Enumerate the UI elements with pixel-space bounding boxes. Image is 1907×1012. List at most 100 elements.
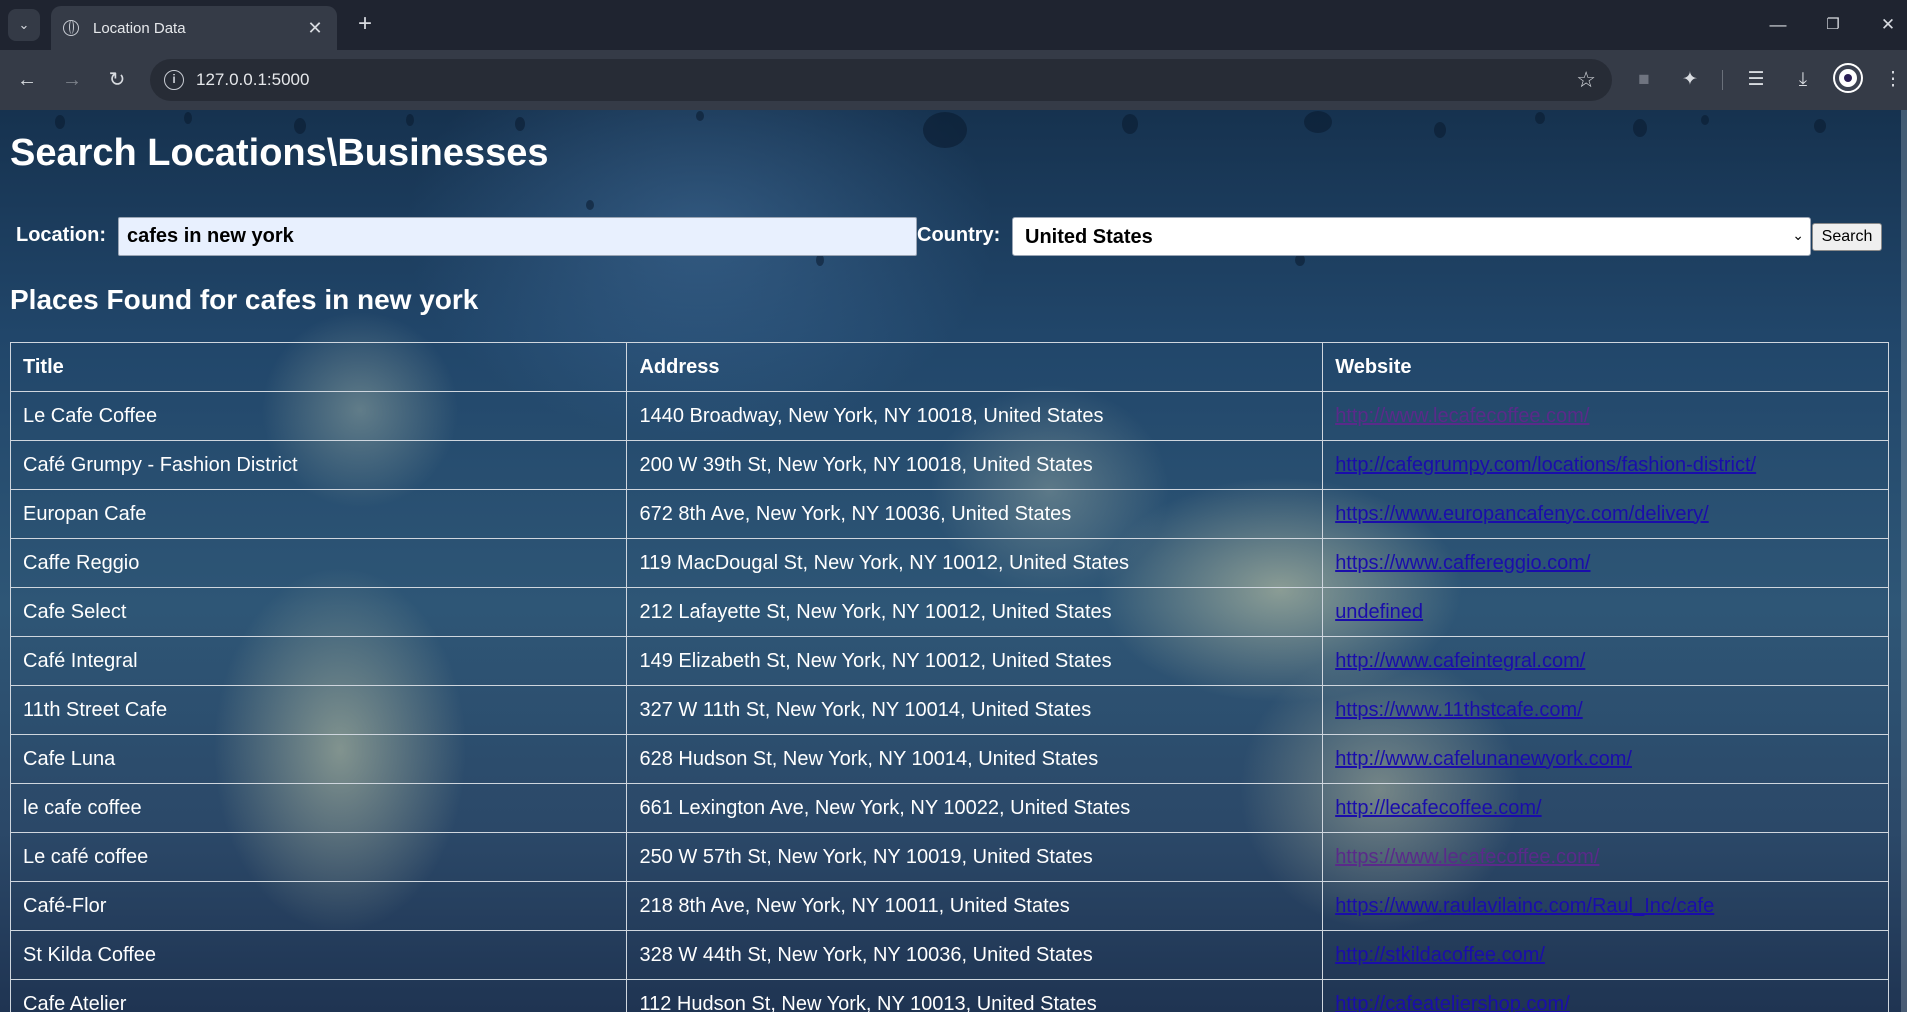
cell-website: http://lecafecoffee.com/ bbox=[1322, 783, 1889, 833]
cell-title: Cafe Luna bbox=[9, 734, 628, 784]
site-info-icon[interactable]: i bbox=[164, 70, 184, 90]
cell-title: St Kilda Coffee bbox=[9, 930, 628, 980]
website-link[interactable]: https://www.caffereggio.com/ bbox=[1335, 552, 1590, 574]
profile-avatar-icon[interactable] bbox=[1835, 65, 1861, 91]
table-row: Cafe Atelier 112 Hudson St, New York, NY … bbox=[9, 979, 1889, 1012]
country-select[interactable]: United States ⌄ bbox=[1012, 217, 1811, 256]
website-link[interactable]: http://www.cafeintegral.com/ bbox=[1335, 650, 1585, 672]
website-link[interactable]: http://www.cafelunanewyork.com/ bbox=[1335, 748, 1632, 770]
cell-title: Café-Flor bbox=[9, 881, 628, 931]
website-link[interactable]: http://lecafecoffee.com/ bbox=[1335, 797, 1541, 819]
country-selected-value: United States bbox=[1025, 226, 1153, 248]
tab-title: Location Data bbox=[93, 19, 186, 37]
column-header-address: Address bbox=[626, 342, 1324, 392]
website-link[interactable]: https://www.europancafenyc.com/delivery/ bbox=[1335, 503, 1709, 525]
cell-address: 112 Hudson St, New York, NY 10013, Unite… bbox=[626, 979, 1324, 1012]
website-link[interactable]: https://www.raulavilainc.com/Raul_Inc/ca… bbox=[1335, 895, 1714, 917]
table-row: Café Grumpy - Fashion District 200 W 39th… bbox=[9, 440, 1889, 490]
close-tab-icon[interactable]: ✕ bbox=[305, 18, 325, 39]
website-link[interactable]: https://www.lecafecoffee.com/ bbox=[1335, 846, 1599, 868]
forward-arrow-icon[interactable]: → bbox=[56, 64, 88, 96]
website-link[interactable]: https://www.11thstcafe.com/ bbox=[1335, 699, 1583, 721]
cell-title: Le café coffee bbox=[9, 832, 628, 882]
cell-website: https://www.11thstcafe.com/ bbox=[1322, 685, 1889, 735]
page-viewport: Search Locations\Businesses Location: Co… bbox=[0, 110, 1907, 1012]
cell-address: 1440 Broadway, New York, NY 10018, Unite… bbox=[626, 391, 1324, 441]
cell-title: Cafe Select bbox=[9, 587, 628, 637]
cell-title: le cafe coffee bbox=[9, 783, 628, 833]
cell-website: https://www.europancafenyc.com/delivery/ bbox=[1322, 489, 1889, 539]
page-scrollbar[interactable] bbox=[1901, 110, 1907, 1012]
table-row: Cafe Select 212 Lafayette St, New York, N… bbox=[9, 587, 1889, 637]
chevron-down-icon: ⌄ bbox=[1792, 227, 1804, 243]
cell-address: 212 Lafayette St, New York, NY 10012, Un… bbox=[626, 587, 1324, 637]
table-row: Le Cafe Coffee 1440 Broadway, New York, N… bbox=[9, 391, 1889, 441]
cell-address: 218 8th Ave, New York, NY 10011, United … bbox=[626, 881, 1324, 931]
restore-window-icon[interactable]: ❐ bbox=[1811, 10, 1855, 40]
cell-title: Café Grumpy - Fashion District bbox=[9, 440, 628, 490]
website-link[interactable]: undefined bbox=[1335, 601, 1423, 623]
table-header-row: Title Address Website bbox=[9, 342, 1889, 392]
website-link[interactable]: http://www.lecafecoffee.com/ bbox=[1335, 405, 1589, 427]
country-label: Country: bbox=[917, 224, 1001, 246]
cell-address: 628 Hudson St, New York, NY 10014, Unite… bbox=[626, 734, 1324, 784]
tab-search-chevron-icon[interactable]: ⌄ bbox=[8, 9, 40, 41]
table-row: Café-Flor 218 8th Ave, New York, NY 10011… bbox=[9, 881, 1889, 931]
cell-title: Europan Cafe bbox=[9, 489, 628, 539]
search-form: Location: Country: United States ⌄ Searc… bbox=[0, 214, 1890, 256]
browser-toolbar: ← → ↻ i 127.0.0.1:5000 ☆ ■ ✦ ☰ ⤓ ⋮ bbox=[0, 50, 1907, 110]
location-label: Location: bbox=[16, 224, 106, 246]
location-input[interactable] bbox=[118, 217, 917, 256]
cell-address: 149 Elizabeth St, New York, NY 10012, Un… bbox=[626, 636, 1324, 686]
address-url[interactable]: 127.0.0.1:5000 bbox=[196, 70, 309, 90]
address-bar[interactable]: i 127.0.0.1:5000 ☆ bbox=[150, 59, 1612, 101]
cell-website: http://www.cafelunanewyork.com/ bbox=[1322, 734, 1889, 784]
table-row: Cafe Luna 628 Hudson St, New York, NY 100… bbox=[9, 734, 1889, 784]
cell-website: http://cafegrumpy.com/locations/fashion-… bbox=[1322, 440, 1889, 490]
table-row: Caffe Reggio 119 MacDougal St, New York, … bbox=[9, 538, 1889, 588]
search-button[interactable]: Search bbox=[1812, 223, 1882, 251]
cell-website: https://www.raulavilainc.com/Raul_Inc/ca… bbox=[1322, 881, 1889, 931]
cell-address: 328 W 44th St, New York, NY 10036, Unite… bbox=[626, 930, 1324, 980]
close-window-icon[interactable]: ✕ bbox=[1866, 10, 1907, 40]
bookmark-star-icon[interactable]: ☆ bbox=[1576, 67, 1596, 93]
cell-website: undefined bbox=[1322, 587, 1889, 637]
cell-address: 200 W 39th St, New York, NY 10018, Unite… bbox=[626, 440, 1324, 490]
cell-address: 250 W 57th St, New York, NY 10019, Unite… bbox=[626, 832, 1324, 882]
download-icon[interactable]: ⤓ bbox=[1787, 64, 1819, 96]
results-title: Places Found for cafes in new york bbox=[10, 284, 479, 315]
results-table: Title Address Website Le Cafe Coffee 1440… bbox=[9, 342, 1889, 1012]
cell-title: Caffe Reggio bbox=[9, 538, 628, 588]
cell-address: 327 W 11th St, New York, NY 10014, Unite… bbox=[626, 685, 1324, 735]
website-link[interactable]: http://cafegrumpy.com/locations/fashion-… bbox=[1335, 454, 1756, 476]
toolbar-divider bbox=[1722, 70, 1723, 90]
cell-title: Café Integral bbox=[9, 636, 628, 686]
reload-icon[interactable]: ↻ bbox=[101, 64, 133, 96]
cell-title: Le Cafe Coffee bbox=[9, 391, 628, 441]
website-link[interactable]: http://stkildacoffee.com/ bbox=[1335, 944, 1545, 966]
extension-robot-icon[interactable]: ■ bbox=[1628, 64, 1660, 96]
cell-website: http://www.cafeintegral.com/ bbox=[1322, 636, 1889, 686]
cell-website: http://stkildacoffee.com/ bbox=[1322, 930, 1889, 980]
minimize-window-icon[interactable]: — bbox=[1756, 10, 1800, 40]
cell-website: http://cafeateliershop.com/ bbox=[1322, 979, 1889, 1012]
page-title: Search Locations\Businesses bbox=[10, 132, 549, 174]
browser-tab-bar: ⌄ Location Data ✕ + — ❐ ✕ bbox=[0, 0, 1907, 50]
column-header-website: Website bbox=[1322, 342, 1889, 392]
website-link[interactable]: http://cafeateliershop.com/ bbox=[1335, 993, 1570, 1012]
back-arrow-icon[interactable]: ← bbox=[11, 64, 43, 96]
more-menu-icon[interactable]: ⋮ bbox=[1877, 64, 1907, 96]
new-tab-plus-icon[interactable]: + bbox=[352, 12, 378, 38]
table-row: Le café coffee 250 W 57th St, New York, N… bbox=[9, 832, 1889, 882]
column-header-title: Title bbox=[9, 342, 628, 392]
table-row: le cafe coffee 661 Lexington Ave, New Yor… bbox=[9, 783, 1889, 833]
results-table-body: Le Cafe Coffee 1440 Broadway, New York, N… bbox=[9, 391, 1889, 1012]
extensions-puzzle-icon[interactable]: ✦ bbox=[1674, 64, 1706, 96]
cell-address: 119 MacDougal St, New York, NY 10012, Un… bbox=[626, 538, 1324, 588]
media-playlist-icon[interactable]: ☰ bbox=[1740, 64, 1772, 96]
table-row: St Kilda Coffee 328 W 44th St, New York, … bbox=[9, 930, 1889, 980]
browser-tab[interactable]: Location Data ✕ bbox=[51, 6, 337, 50]
cell-address: 661 Lexington Ave, New York, NY 10022, U… bbox=[626, 783, 1324, 833]
cell-title: Cafe Atelier bbox=[9, 979, 628, 1012]
cell-title: 11th Street Cafe bbox=[9, 685, 628, 735]
